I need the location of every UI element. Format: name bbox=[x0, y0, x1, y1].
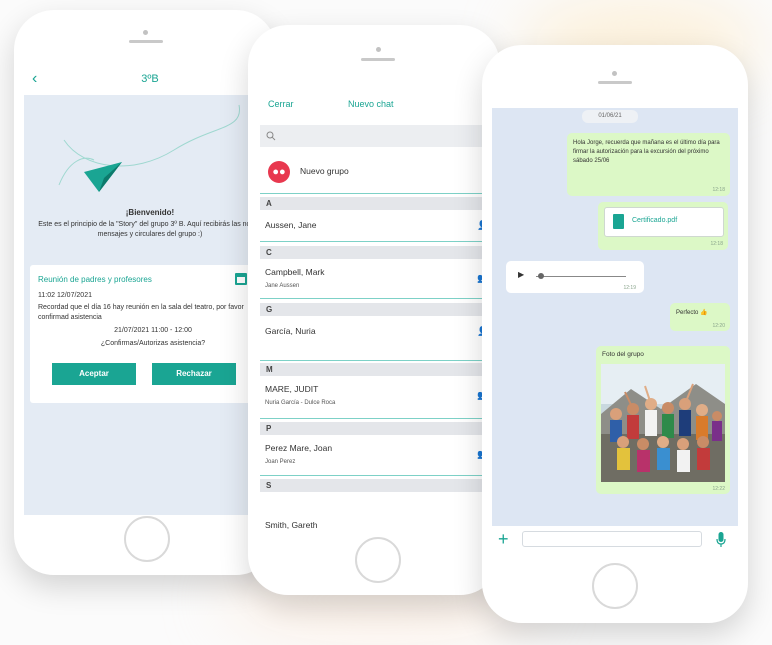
contact-row[interactable]: Perez Mare, Joan Joan Perez 👥 bbox=[260, 435, 493, 473]
file-name: Certificado.pdf bbox=[632, 217, 678, 224]
speaker bbox=[361, 58, 395, 61]
group-photo[interactable] bbox=[601, 364, 725, 482]
section-letter: G bbox=[260, 303, 493, 316]
contact-name: Aussen, Jane bbox=[265, 220, 317, 230]
message-time: 12:18 bbox=[710, 241, 723, 247]
message-text: Hola Jorge, recuerda que mañana es el úl… bbox=[573, 140, 720, 164]
contact-name: Smith, Gareth bbox=[265, 520, 318, 530]
calendar-icon[interactable] bbox=[235, 273, 247, 285]
phone-new-chat: Cerrar Nuevo chat ●● Nuevo grupo A Ausse… bbox=[248, 25, 500, 595]
section-letter: A bbox=[260, 197, 493, 210]
date-chip: 01/06/21 bbox=[582, 110, 638, 123]
contact-name: MARE, JUDIT bbox=[265, 384, 319, 394]
group-add-icon: ●● bbox=[268, 161, 290, 183]
new-group-button[interactable]: ●● Nuevo grupo bbox=[260, 157, 493, 189]
section-letter: C bbox=[260, 246, 493, 259]
event-body: Recordad que el día 16 hay reunión en la… bbox=[38, 304, 244, 321]
contact-row[interactable]: Smith, Gareth bbox=[260, 492, 493, 530]
audio-progress-knob[interactable] bbox=[538, 273, 544, 279]
photo-caption: Foto del grupo bbox=[602, 351, 644, 358]
front-camera bbox=[612, 71, 617, 76]
section-letter: M bbox=[260, 363, 493, 376]
contact-row[interactable]: García, Nuria 👤 bbox=[260, 316, 493, 346]
event-title: Reunión de padres y profesores bbox=[38, 275, 152, 284]
message-time: 12:20 bbox=[712, 323, 725, 329]
page-title: 3ºB bbox=[141, 73, 159, 85]
reject-button[interactable]: Rechazar bbox=[152, 363, 236, 385]
search-icon bbox=[266, 131, 276, 141]
contact-row[interactable]: Campbell, Mark Jane Aussen 👥 bbox=[260, 259, 493, 297]
input-bar: + bbox=[492, 526, 738, 555]
divider bbox=[260, 475, 493, 476]
paper-plane-illustration bbox=[58, 104, 241, 192]
message-bubble-outgoing: Perfecto 👍 12:20 bbox=[670, 303, 730, 331]
section-letter: S bbox=[260, 479, 493, 492]
accept-button[interactable]: Aceptar bbox=[52, 363, 136, 385]
file-attachment[interactable]: Certificado.pdf bbox=[604, 207, 724, 237]
contact-row[interactable]: MARE, JUDIT Nuria García - Dulce Roca 👥 bbox=[260, 376, 493, 414]
contact-name: Perez Mare, Joan bbox=[265, 443, 333, 453]
divider bbox=[260, 360, 493, 361]
home-button[interactable] bbox=[592, 563, 638, 609]
message-bubble-outgoing: Hola Jorge, recuerda que mañana es el úl… bbox=[567, 133, 730, 196]
message-time: 12:19 bbox=[623, 285, 636, 291]
message-bubble-incoming: ▶ 12:19 bbox=[506, 261, 644, 293]
divider bbox=[260, 241, 493, 242]
welcome-body: Este es el principio de la "Story" del g… bbox=[38, 221, 262, 238]
front-camera bbox=[376, 47, 381, 52]
event-question: ¿Confirmas/Autorizas asistencia? bbox=[100, 340, 206, 347]
phone-chat: 01/06/21 Hola Jorge, recuerda que mañana… bbox=[482, 45, 748, 623]
new-group-label: Nuevo grupo bbox=[300, 166, 349, 176]
contact-name: Campbell, Mark bbox=[265, 267, 325, 277]
audio-progress-track[interactable] bbox=[536, 276, 626, 277]
divider bbox=[260, 418, 493, 419]
speaker bbox=[598, 81, 632, 84]
play-icon[interactable]: ▶ bbox=[518, 270, 524, 279]
message-time: 12:18 bbox=[712, 187, 725, 193]
home-button[interactable] bbox=[355, 537, 401, 583]
event-card: Reunión de padres y profesores 11:02 12/… bbox=[30, 265, 276, 403]
event-schedule: 21/07/2021 11:00 - 12:00 bbox=[114, 327, 192, 334]
screen-chat: 01/06/21 Hola Jorge, recuerda que mañana… bbox=[492, 108, 738, 555]
message-bubble-outgoing: Certificado.pdf 12:18 bbox=[598, 202, 728, 250]
message-bubble-outgoing: Foto del grupo 12:22 bbox=[596, 346, 730, 494]
speaker bbox=[129, 40, 163, 43]
search-bar[interactable] bbox=[260, 125, 493, 147]
contact-name: García, Nuria bbox=[265, 326, 316, 336]
contact-subtitle: Jane Aussen bbox=[265, 283, 300, 289]
microphone-icon[interactable] bbox=[716, 532, 726, 548]
cancel-button[interactable]: Cerrar bbox=[268, 99, 294, 109]
message-text: Perfecto 👍 bbox=[676, 310, 708, 316]
divider bbox=[260, 298, 493, 299]
home-button[interactable] bbox=[124, 516, 170, 562]
plus-icon[interactable]: + bbox=[498, 529, 509, 549]
pdf-file-icon bbox=[613, 214, 624, 229]
message-time: 12:22 bbox=[712, 486, 725, 492]
paper-plane-icon bbox=[84, 162, 122, 192]
page-title: Nuevo chat bbox=[348, 99, 394, 109]
screen-new-chat: Cerrar Nuevo chat ●● Nuevo grupo A Ausse… bbox=[260, 85, 493, 530]
contact-subtitle: Nuria García - Dulce Roca bbox=[265, 400, 336, 406]
divider bbox=[260, 193, 493, 194]
contact-row[interactable]: Aussen, Jane 👤 bbox=[260, 210, 493, 240]
event-date: 11:02 12/07/2021 bbox=[38, 292, 92, 299]
section-letter: P bbox=[260, 422, 493, 435]
screen-story: ‹ 3ºB ¡Bienvenido! Este es el principio … bbox=[24, 65, 276, 515]
phone-story: ‹ 3ºB ¡Bienvenido! Este es el principio … bbox=[14, 10, 276, 575]
top-bar: ‹ 3ºB bbox=[24, 65, 276, 95]
message-input[interactable] bbox=[522, 531, 702, 547]
contact-subtitle: Joan Perez bbox=[265, 459, 296, 465]
welcome-title: ¡Bienvenido! bbox=[125, 208, 175, 217]
front-camera bbox=[143, 30, 148, 35]
